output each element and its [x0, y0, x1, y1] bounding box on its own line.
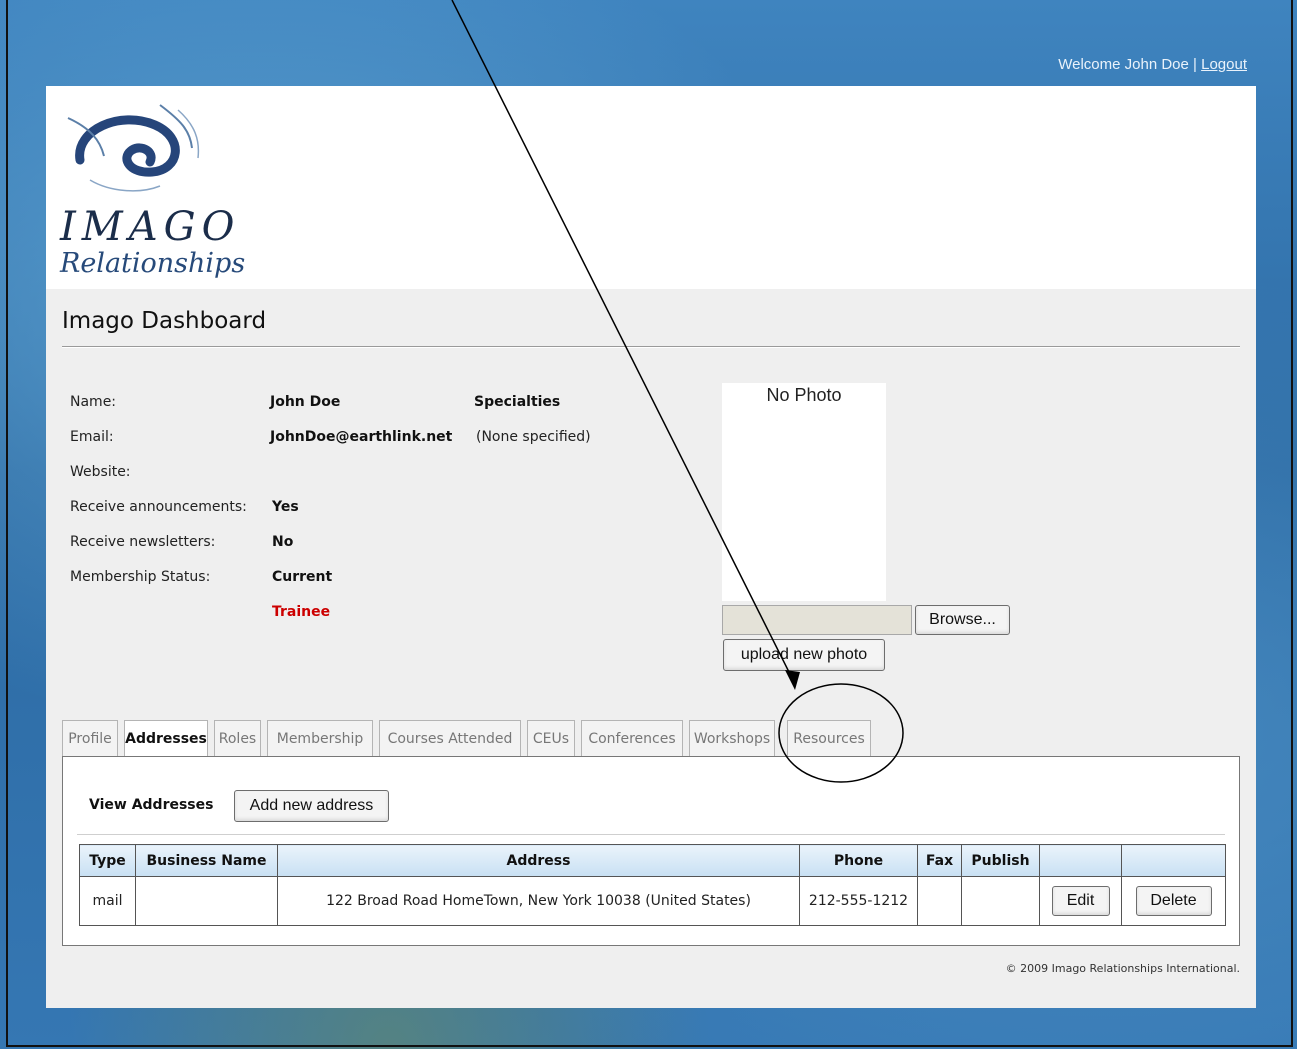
imago-logo[interactable]: IMAGO Relationships — [60, 100, 260, 280]
name-value: John Doe — [270, 394, 341, 410]
name-label: Name: — [70, 394, 117, 410]
tab-courses-attended[interactable]: Courses Attended — [379, 720, 521, 757]
cell-business-name — [135, 876, 278, 926]
no-photo-text: No Photo — [766, 385, 842, 405]
newsletters-value: No — [272, 534, 294, 550]
dashboard-page: IMAGO Relationships Imago Dashboard Name… — [46, 86, 1256, 1008]
page-title: Imago Dashboard — [62, 308, 267, 334]
tab-ceus[interactable]: CEUs — [527, 720, 575, 757]
tab-profile[interactable]: Profile — [62, 720, 118, 757]
cell-fax — [917, 876, 962, 926]
tab-roles[interactable]: Roles — [214, 720, 261, 757]
specialties-value: (None specified) — [476, 429, 591, 445]
logo-wordmark: IMAGO — [60, 204, 241, 250]
announcements-label: Receive announcements: — [70, 499, 247, 515]
col-fax: Fax — [917, 844, 962, 877]
welcome-text: Welcome John Doe | — [1058, 56, 1202, 73]
site-header: IMAGO Relationships — [46, 86, 1256, 289]
cell-edit: Edit — [1039, 876, 1122, 926]
trainee-badge: Trainee — [272, 604, 331, 620]
cell-delete: Delete — [1121, 876, 1226, 926]
table-header-row: Type Business Name Address Phone Fax Pub… — [79, 844, 1226, 877]
browse-button[interactable]: Browse... — [915, 605, 1010, 635]
col-address: Address — [277, 844, 800, 877]
copyright-footer: © 2009 Imago Relationships International… — [1005, 962, 1240, 975]
tab-workshops[interactable]: Workshops — [689, 720, 775, 757]
photo-frame: No Photo — [722, 383, 886, 601]
col-phone: Phone — [799, 844, 918, 877]
specialties-label: Specialties — [474, 394, 561, 410]
addresses-panel: View Addresses Add new address Type Busi… — [62, 756, 1240, 946]
addresses-table: Type Business Name Address Phone Fax Pub… — [79, 844, 1226, 926]
delete-button[interactable]: Delete — [1135, 886, 1212, 916]
panel-divider — [77, 834, 1225, 835]
logo-subtitle: Relationships — [60, 248, 246, 279]
tab-membership[interactable]: Membership — [267, 720, 373, 757]
email-value: JohnDoe@earthlink.net — [270, 429, 453, 445]
tab-addresses[interactable]: Addresses — [124, 720, 208, 758]
tab-resources[interactable]: Resources — [787, 720, 871, 757]
col-edit — [1039, 844, 1122, 877]
logout-link[interactable]: Logout — [1201, 56, 1247, 73]
title-divider — [62, 346, 1240, 348]
col-type: Type — [79, 844, 136, 877]
website-label: Website: — [70, 464, 131, 480]
membership-status-value: Current — [272, 569, 333, 585]
cell-phone: 212-555-1212 — [799, 876, 918, 926]
add-address-button[interactable]: Add new address — [234, 790, 389, 822]
cell-type: mail — [79, 876, 136, 926]
welcome-bar: Welcome John Doe | Logout — [1058, 56, 1247, 73]
view-addresses-title: View Addresses — [89, 797, 214, 813]
cell-address: 122 Broad Road HomeTown, New York 10038 … — [277, 876, 800, 926]
edit-button[interactable]: Edit — [1051, 886, 1110, 916]
newsletters-label: Receive newsletters: — [70, 534, 216, 550]
upload-photo-button[interactable]: upload new photo — [723, 639, 885, 671]
cell-publish — [961, 876, 1040, 926]
photo-file-input[interactable] — [722, 605, 912, 635]
membership-status-label: Membership Status: — [70, 569, 211, 585]
swirl-icon — [67, 104, 200, 192]
col-delete — [1121, 844, 1226, 877]
table-row: mail 122 Broad Road HomeTown, New York 1… — [79, 876, 1226, 926]
announcements-value: Yes — [272, 499, 299, 515]
email-label: Email: — [70, 429, 114, 445]
col-publish: Publish — [961, 844, 1040, 877]
col-business-name: Business Name — [135, 844, 278, 877]
tab-conferences[interactable]: Conferences — [581, 720, 683, 757]
